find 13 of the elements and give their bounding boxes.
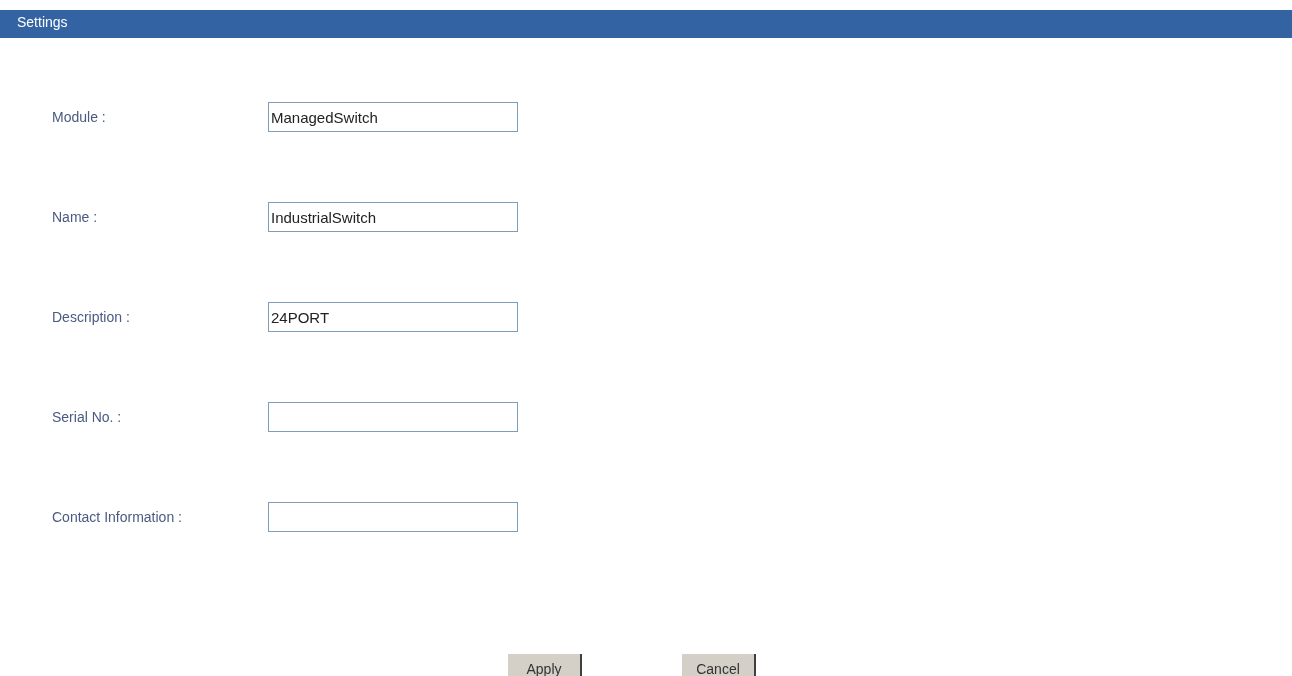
input-field[interactable] <box>268 402 518 432</box>
header-bar: Settings <box>0 10 1292 38</box>
field-label: Module : <box>51 109 107 125</box>
input-field[interactable]: ManagedSwitch <box>268 102 518 132</box>
input-field[interactable]: 24PORT <box>268 302 518 332</box>
field-label: Serial No. : <box>51 409 123 425</box>
field-label: Contact Information : <box>51 509 183 525</box>
form-button[interactable]: Apply <box>508 654 582 676</box>
form-button[interactable]: Cancel <box>682 654 756 676</box>
input-field[interactable] <box>268 502 518 532</box>
field-label: Description : <box>51 309 131 325</box>
input-field[interactable]: IndustrialSwitch <box>268 202 518 232</box>
field-label: Name : <box>51 209 99 225</box>
